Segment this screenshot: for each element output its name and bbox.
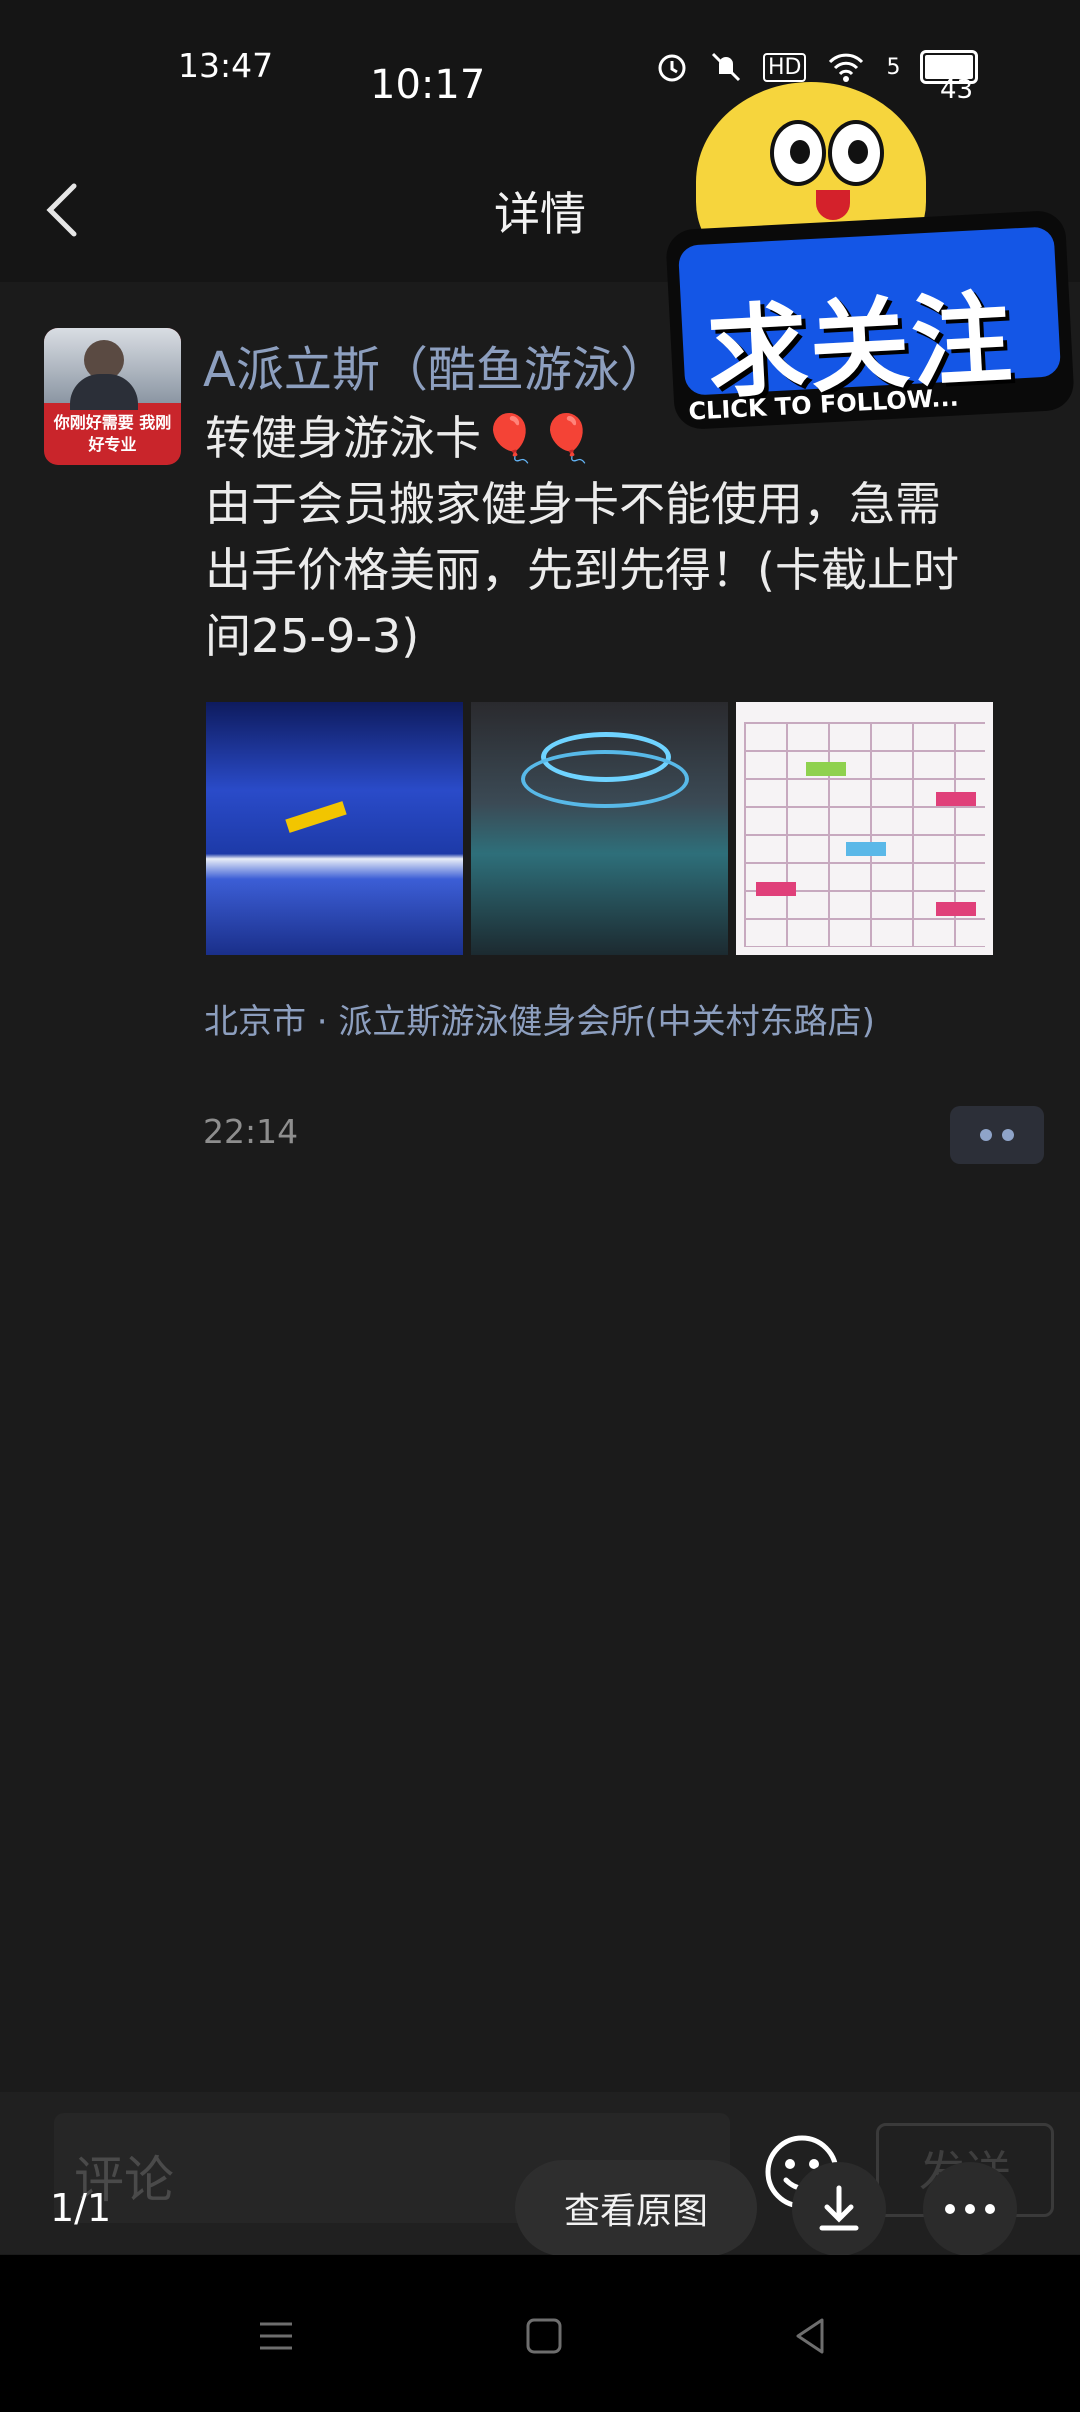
sticker-panel-blue: 求关注 — [677, 226, 1062, 412]
pool-lane — [285, 801, 347, 833]
sticker-eye — [828, 120, 884, 186]
follow-sticker: 求关注 CLICK TO FOLLOW... — [650, 40, 1080, 440]
schedule-cell — [846, 842, 886, 856]
schedule-cell — [756, 882, 796, 896]
author-name[interactable]: A派立斯（酷鱼游泳） — [203, 330, 668, 400]
schedule-cell — [936, 792, 976, 806]
post-line: 由于会员搬家健身卡不能使用，急需 — [205, 477, 941, 531]
schedule-cell — [936, 902, 976, 916]
more-actions-button[interactable] — [950, 1106, 1044, 1164]
square-icon[interactable] — [520, 2312, 568, 2360]
download-icon — [819, 2185, 859, 2231]
post-content: 转健身游泳卡🎈🎈 由于会员搬家健身卡不能使用，急需 出手价格美丽，先到先得！(卡… — [205, 405, 1045, 669]
post-image-schedule[interactable] — [736, 702, 993, 955]
avatar-slogan: 你刚好需要 我刚好专业 — [53, 413, 172, 454]
more-icon[interactable] — [923, 2162, 1017, 2256]
post-image-gym[interactable] — [471, 702, 728, 955]
page-indicator: 1/1 — [50, 2186, 112, 2230]
view-original-button[interactable]: 查看原图 — [515, 2160, 757, 2256]
post-time: 22:14 — [203, 1112, 299, 1151]
schedule-cell — [806, 762, 846, 776]
sticker-eye — [770, 120, 826, 186]
triangle-back-icon[interactable] — [786, 2312, 834, 2360]
post-line: 间25-9-3) — [205, 609, 420, 663]
post-line: 出手价格美丽，先到先得！(卡截止时 — [205, 543, 959, 597]
post-location[interactable]: 北京市 · 派立斯游泳健身会所(中关村东路店) — [204, 994, 875, 1043]
overlay-clock: 13:47 — [178, 46, 274, 85]
gym-light-ring — [521, 750, 689, 808]
post-image-pool[interactable] — [206, 702, 463, 955]
status-clock: 10:17 — [370, 62, 486, 108]
avatar[interactable]: 你刚好需要 我刚好专业 — [44, 328, 181, 465]
download-button[interactable] — [792, 2162, 886, 2256]
sticker-panel: 求关注 CLICK TO FOLLOW... — [665, 209, 1075, 431]
menu-icon[interactable] — [252, 2312, 300, 2360]
